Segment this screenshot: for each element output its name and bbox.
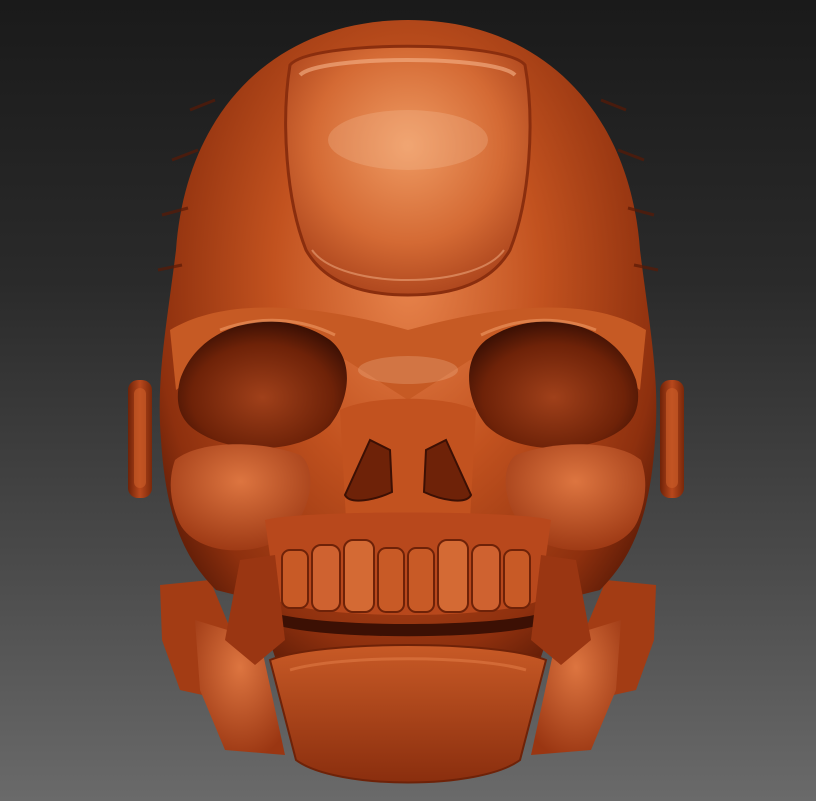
tooth	[407, 547, 435, 613]
tooth	[471, 544, 501, 612]
tooth	[343, 539, 375, 613]
viewport-canvas[interactable]	[0, 0, 816, 801]
side-ear-disc-right	[660, 380, 684, 498]
tooth	[311, 544, 341, 612]
side-ear-disc-left	[128, 380, 152, 498]
tooth	[281, 549, 309, 609]
cranium-top-plate	[284, 44, 532, 297]
skull-sculpt-render	[128, 20, 684, 784]
tooth	[503, 549, 531, 609]
tooth	[377, 547, 405, 613]
tooth	[437, 539, 469, 613]
